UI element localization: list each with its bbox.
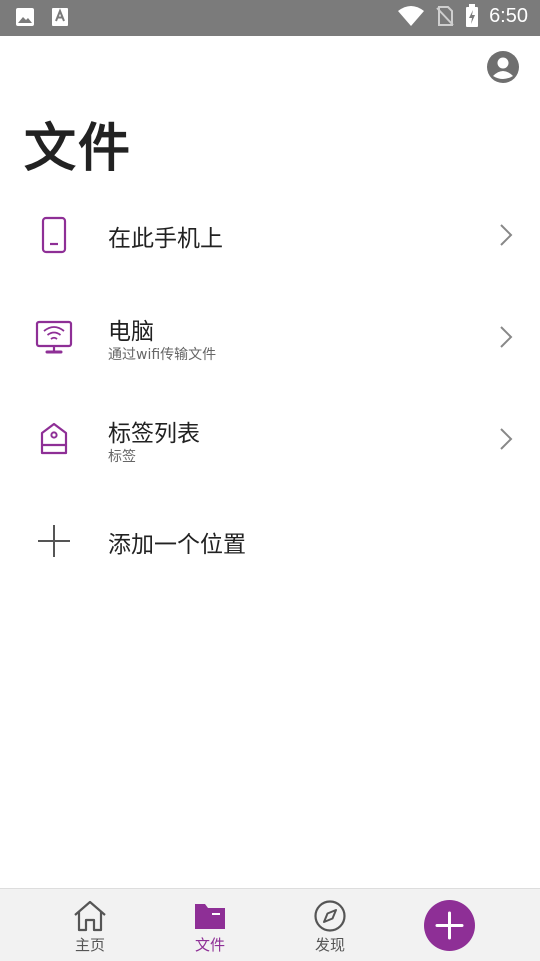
bottom-navigation: 主页 文件 发现: [0, 888, 540, 961]
plus-icon: [38, 525, 70, 557]
tab-discover[interactable]: 发现: [280, 889, 380, 961]
location-computer[interactable]: 电脑 通过wifi传输文件: [0, 286, 540, 388]
tab-files[interactable]: 文件: [160, 889, 260, 961]
image-notification-icon: [16, 8, 34, 26]
location-this-phone[interactable]: 在此手机上: [0, 184, 540, 286]
chevron-right-icon: [500, 326, 513, 348]
status-system: 6:50: [397, 4, 528, 28]
status-time: 6:50: [489, 4, 528, 27]
account-avatar-icon[interactable]: [486, 50, 520, 84]
location-title: 在此手机上: [108, 226, 223, 252]
page-title: 文件: [24, 119, 133, 179]
text-notification-icon: [52, 8, 68, 26]
tab-label: 发现: [314, 936, 345, 954]
home-icon: [74, 900, 106, 932]
location-subtitle: 通过wifi传输文件: [108, 347, 217, 363]
status-notifications: [14, 6, 70, 28]
location-subtitle: 标签: [108, 449, 136, 465]
phone-icon: [41, 216, 67, 254]
battery-charging-icon: [466, 4, 479, 27]
add-location[interactable]: 添加一个位置: [0, 490, 540, 592]
status-bar: 6:50: [0, 0, 540, 36]
location-title: 标签列表: [108, 421, 200, 447]
tab-home[interactable]: 主页: [40, 889, 140, 961]
no-sim-icon: [436, 6, 454, 26]
add-fab-button[interactable]: [424, 900, 475, 951]
chevron-right-icon: [500, 224, 513, 246]
chevron-right-icon: [500, 428, 513, 450]
location-tag-list[interactable]: 标签列表 标签: [0, 388, 540, 490]
compass-icon: [314, 900, 346, 932]
locations-list: 在此手机上 电脑 通过wifi传输文件 标签列表 标签 添加一个位置: [0, 184, 540, 592]
folder-icon: [195, 904, 225, 929]
tab-label: 文件: [194, 936, 225, 954]
computer-wifi-icon: [35, 320, 73, 354]
tab-label: 主页: [74, 936, 105, 954]
plus-icon: [435, 911, 464, 940]
wifi-icon: [398, 6, 425, 26]
location-title: 电脑: [108, 319, 154, 345]
location-title: 添加一个位置: [108, 532, 246, 558]
tag-icon: [40, 422, 68, 455]
